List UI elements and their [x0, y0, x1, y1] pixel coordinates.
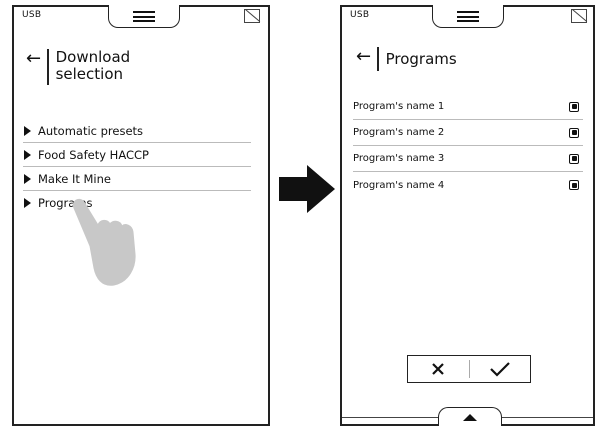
- checkbox[interactable]: [569, 153, 579, 164]
- expand-triangle-icon: [24, 149, 31, 160]
- program-name: Program's name 2: [353, 127, 445, 138]
- page-header: ← Programs: [356, 47, 457, 71]
- no-sd-card-icon: [244, 9, 260, 23]
- list-item-food-safety[interactable]: Food Safety HACCP: [23, 143, 251, 167]
- title-line-2: selection: [55, 65, 124, 83]
- title-divider: [47, 49, 49, 85]
- action-bar: [407, 355, 531, 383]
- page-title: Programs: [385, 50, 457, 68]
- program-name: Program's name 3: [353, 153, 445, 164]
- no-sd-card-icon: [571, 9, 587, 23]
- expand-triangle-icon: [24, 125, 31, 136]
- menu-icon[interactable]: [457, 11, 479, 22]
- list-item-label: Food Safety HACCP: [38, 147, 149, 162]
- confirm-button[interactable]: [470, 356, 531, 382]
- hand-pointer-icon: [72, 198, 136, 286]
- usb-status: USB: [350, 10, 370, 20]
- list-item[interactable]: Program's name 2: [353, 120, 583, 146]
- checkbox[interactable]: [569, 101, 579, 112]
- title-divider: [377, 47, 379, 71]
- program-name: Program's name 4: [353, 179, 445, 191]
- right-device-screen: USB ← Programs Program's name 1 Program'…: [340, 5, 595, 426]
- page-header: ← Download selection: [26, 49, 130, 85]
- left-device-screen: USB ← Download selection Automatic prese…: [12, 5, 270, 426]
- list-item-make-it-mine[interactable]: Make It Mine: [23, 167, 251, 191]
- programs-list: Program's name 1 Program's name 2 Progra…: [353, 94, 583, 198]
- list-item[interactable]: Program's name 3: [353, 146, 583, 172]
- top-menu-tab[interactable]: [432, 5, 504, 28]
- title-line-1: Download: [55, 48, 131, 66]
- bottom-expand-tab[interactable]: [438, 407, 502, 426]
- top-menu-tab[interactable]: [108, 5, 180, 28]
- list-item[interactable]: Program's name 4: [353, 172, 583, 198]
- right-arrow-icon: [279, 165, 335, 213]
- expand-triangle-icon: [24, 173, 31, 184]
- usb-status: USB: [22, 10, 42, 20]
- list-item-label: Make It Mine: [38, 171, 111, 186]
- expand-triangle-icon: [24, 198, 31, 208]
- back-arrow-icon[interactable]: ←: [26, 49, 41, 69]
- list-item[interactable]: Program's name 1: [353, 94, 583, 120]
- list-item-label: Automatic presets: [38, 123, 144, 138]
- back-arrow-icon[interactable]: ←: [356, 47, 371, 67]
- checkbox[interactable]: [569, 180, 579, 190]
- up-triangle-icon: [463, 413, 477, 421]
- page-title: Download selection: [56, 49, 131, 83]
- cancel-button[interactable]: [408, 356, 469, 382]
- menu-icon[interactable]: [133, 11, 155, 22]
- list-item-automatic-presets[interactable]: Automatic presets: [23, 119, 251, 143]
- checkmark-icon: [489, 362, 510, 377]
- close-icon: [432, 363, 445, 375]
- checkbox[interactable]: [569, 127, 579, 138]
- program-name: Program's name 1: [353, 101, 445, 112]
